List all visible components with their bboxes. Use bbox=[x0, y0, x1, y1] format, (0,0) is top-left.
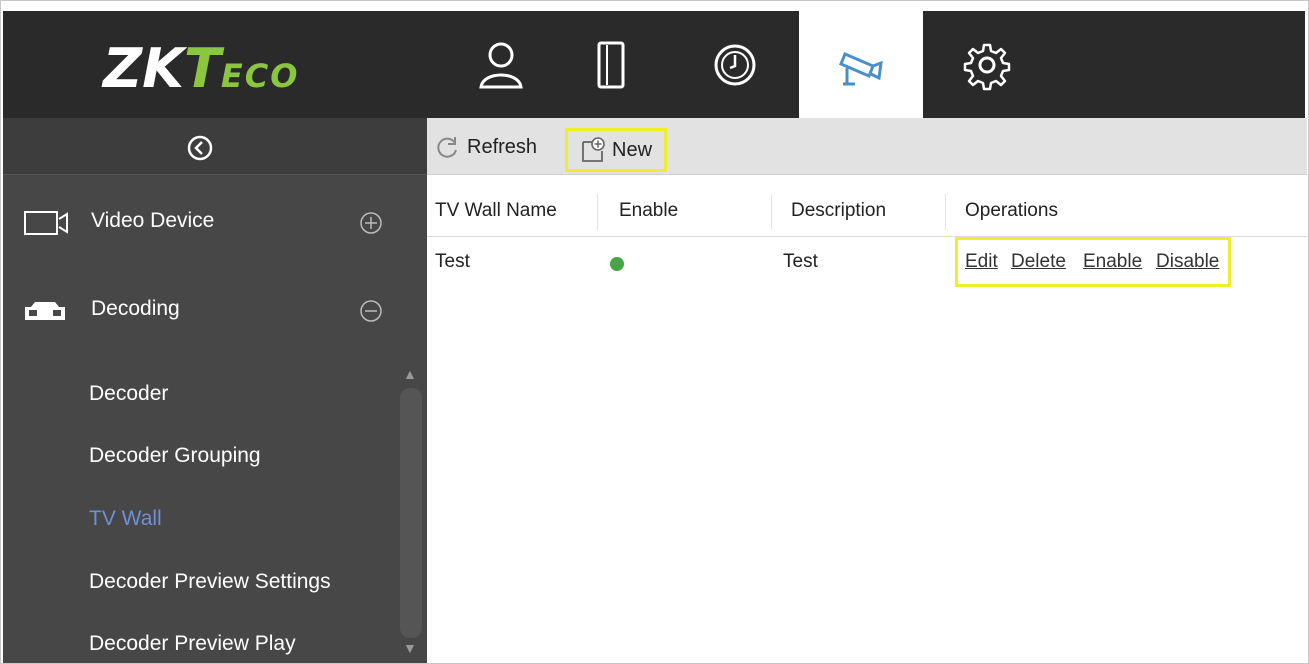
scroll-up-arrow-icon[interactable]: ▲ bbox=[403, 366, 417, 382]
menu-group-decoding[interactable]: Decoding bbox=[3, 281, 427, 337]
sidebar-scrollbar[interactable] bbox=[400, 388, 422, 638]
menu-group-video-device[interactable]: Video Device bbox=[3, 193, 427, 249]
gear-icon bbox=[963, 43, 1011, 90]
enable-link[interactable]: Enable bbox=[1083, 251, 1142, 273]
decoder-box-icon bbox=[25, 302, 65, 320]
top-navigation-bar: ZKTECO bbox=[3, 11, 1305, 121]
refresh-icon bbox=[437, 137, 457, 158]
attendance-nav-button[interactable] bbox=[695, 11, 775, 118]
column-header-operations[interactable]: Operations bbox=[965, 196, 1058, 226]
sidebar-item-decoder-preview-settings[interactable]: Decoder Preview Settings bbox=[89, 570, 331, 594]
clock-icon bbox=[714, 44, 756, 85]
sidebar-item-tv-wall[interactable]: TV Wall bbox=[89, 507, 162, 531]
camera-icon bbox=[839, 52, 883, 86]
column-divider bbox=[771, 194, 772, 230]
personnel-nav-button[interactable] bbox=[461, 11, 541, 118]
column-header-description[interactable]: Description bbox=[791, 196, 886, 226]
table-header: TV Wall Name Enable Description Operatio… bbox=[427, 186, 1307, 237]
edit-link[interactable]: Edit bbox=[965, 251, 998, 273]
toolbar: Refresh New bbox=[427, 118, 1307, 175]
chevron-left-circle-icon[interactable] bbox=[187, 135, 213, 161]
column-divider bbox=[945, 194, 946, 230]
door-icon bbox=[597, 41, 625, 88]
cell-tv-wall-name: Test bbox=[435, 251, 470, 272]
expand-plus-icon[interactable] bbox=[359, 211, 383, 235]
add-document-icon bbox=[582, 137, 605, 162]
video-nav-button[interactable] bbox=[799, 11, 923, 121]
video-camera-icon bbox=[24, 211, 68, 235]
main-content: Refresh New TV Wall Name Enable Descript… bbox=[427, 118, 1307, 663]
collapse-minus-icon[interactable] bbox=[359, 299, 383, 323]
new-label: New bbox=[612, 138, 653, 161]
disable-link[interactable]: Disable bbox=[1156, 251, 1219, 273]
menu-group-label: Video Device bbox=[91, 209, 215, 232]
sidebar: Video Device Decoding Decoder Decoder Gr… bbox=[3, 118, 427, 663]
refresh-button[interactable]: Refresh bbox=[435, 131, 537, 163]
column-header-name[interactable]: TV Wall Name bbox=[435, 196, 557, 226]
sidebar-item-decoder[interactable]: Decoder bbox=[89, 382, 168, 406]
column-divider bbox=[597, 194, 598, 230]
sidebar-item-decoder-grouping[interactable]: Decoder Grouping bbox=[89, 444, 261, 468]
sidebar-collapse-row bbox=[3, 118, 427, 175]
column-header-enable[interactable]: Enable bbox=[619, 196, 678, 226]
refresh-label: Refresh bbox=[467, 135, 538, 158]
access-nav-button[interactable] bbox=[571, 11, 651, 118]
app-window: ZKTECO Video Device Decoding Decoder Dec… bbox=[0, 0, 1309, 664]
sidebar-item-decoder-preview-play[interactable]: Decoder Preview Play bbox=[89, 632, 296, 656]
cell-description: Test bbox=[783, 251, 818, 272]
menu-group-label: Decoding bbox=[91, 297, 180, 320]
delete-link[interactable]: Delete bbox=[1011, 251, 1066, 273]
person-icon bbox=[479, 42, 523, 88]
system-nav-button[interactable] bbox=[947, 11, 1027, 118]
enabled-check-icon bbox=[610, 257, 624, 271]
scroll-down-arrow-icon[interactable]: ▼ bbox=[403, 640, 417, 656]
new-button[interactable]: New bbox=[565, 128, 668, 172]
zkteco-logo: ZKTECO bbox=[103, 37, 300, 100]
